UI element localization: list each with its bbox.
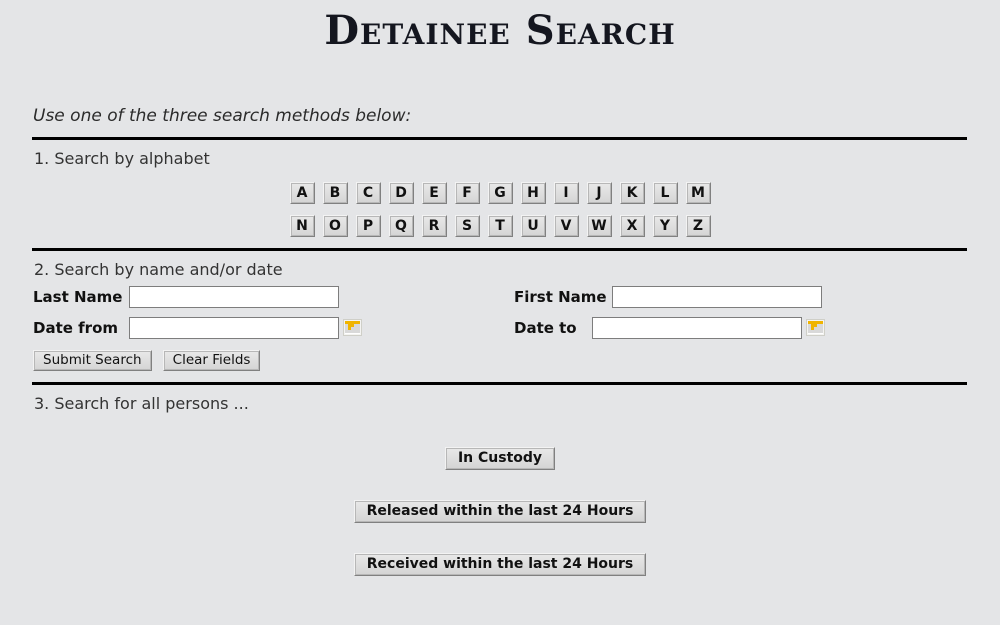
alphabet-row-2: N O P Q R S T U V W X Y Z xyxy=(32,215,968,237)
form-actions: Submit Search Clear Fields xyxy=(33,349,968,371)
search-form: Last Name Date from First Name Date to xyxy=(32,281,968,343)
alpha-button-m[interactable]: M xyxy=(685,182,711,204)
alpha-button-a[interactable]: A xyxy=(289,182,315,204)
calendar-icon[interactable] xyxy=(343,319,362,336)
divider-1 xyxy=(32,137,967,140)
section-2-label: 2. Search by name and/or date xyxy=(34,260,283,279)
received-last-24-hours-button[interactable]: Received within the last 24 Hours xyxy=(353,553,647,576)
spacer-above-released xyxy=(32,470,968,500)
alpha-button-p[interactable]: P xyxy=(355,215,381,237)
alpha-button-r[interactable]: R xyxy=(421,215,447,237)
alpha-button-f[interactable]: F xyxy=(454,182,480,204)
section-3-label: 3. Search for all persons ... xyxy=(34,394,249,413)
alpha-button-z[interactable]: Z xyxy=(685,215,711,237)
spacer-above-received xyxy=(32,523,968,553)
alpha-button-b[interactable]: B xyxy=(322,182,348,204)
date-to-input[interactable] xyxy=(592,316,802,339)
alpha-button-s[interactable]: S xyxy=(454,215,480,237)
date-from-label: Date from xyxy=(33,318,118,337)
alpha-button-j[interactable]: J xyxy=(586,182,612,204)
section-1-label: 1. Search by alphabet xyxy=(34,149,210,168)
alpha-button-k[interactable]: K xyxy=(619,182,645,204)
in-custody-button[interactable]: In Custody xyxy=(444,447,556,470)
divider-3 xyxy=(32,382,967,385)
first-name-label: First Name xyxy=(514,287,607,306)
page-title: Detainee Search xyxy=(324,7,676,54)
alpha-button-q[interactable]: Q xyxy=(388,215,414,237)
alpha-button-l[interactable]: L xyxy=(652,182,678,204)
alpha-button-u[interactable]: U xyxy=(520,215,546,237)
alphabet-row-1: A B C D E F G H I J K L M xyxy=(32,182,968,204)
alpha-button-w[interactable]: W xyxy=(586,215,612,237)
divider-2 xyxy=(32,248,967,251)
intro-text: Use one of the three search methods belo… xyxy=(33,106,412,126)
form-column-left: Last Name Date from xyxy=(33,281,362,343)
alpha-button-i[interactable]: I xyxy=(553,182,579,204)
released-wrap: Released within the last 24 Hours xyxy=(32,500,968,523)
alpha-button-o[interactable]: O xyxy=(322,215,348,237)
first-name-row: First Name xyxy=(514,281,825,312)
alpha-button-d[interactable]: D xyxy=(388,182,414,204)
alphabet-buttons: A B C D E F G H I J K L M N O P Q R S T … xyxy=(32,182,968,237)
released-last-24-hours-button[interactable]: Released within the last 24 Hours xyxy=(353,500,647,523)
in-custody-wrap: In Custody xyxy=(32,447,968,470)
submit-search-button[interactable]: Submit Search xyxy=(33,350,152,371)
clear-fields-button[interactable]: Clear Fields xyxy=(162,350,261,371)
last-name-input[interactable] xyxy=(129,285,339,308)
alpha-button-n[interactable]: N xyxy=(289,215,315,237)
date-to-label: Date to xyxy=(514,318,577,337)
page-content: Use one of the three search methods belo… xyxy=(0,106,1000,576)
last-name-row: Last Name xyxy=(33,281,362,312)
spacer-above-in-custody xyxy=(32,413,968,447)
calendar-icon[interactable] xyxy=(806,319,825,336)
alpha-button-c[interactable]: C xyxy=(355,182,381,204)
alpha-button-g[interactable]: G xyxy=(487,182,513,204)
alpha-button-x[interactable]: X xyxy=(619,215,645,237)
first-name-input[interactable] xyxy=(612,285,822,308)
alpha-button-y[interactable]: Y xyxy=(652,215,678,237)
date-from-input[interactable] xyxy=(129,316,339,339)
alpha-button-t[interactable]: T xyxy=(487,215,513,237)
date-from-row: Date from xyxy=(33,312,362,343)
alpha-button-e[interactable]: E xyxy=(421,182,447,204)
form-column-right: First Name Date to xyxy=(514,281,825,343)
alpha-button-h[interactable]: H xyxy=(520,182,546,204)
received-wrap: Received within the last 24 Hours xyxy=(32,553,968,576)
last-name-label: Last Name xyxy=(33,287,123,306)
alpha-button-v[interactable]: V xyxy=(553,215,579,237)
date-to-row: Date to xyxy=(514,312,825,343)
